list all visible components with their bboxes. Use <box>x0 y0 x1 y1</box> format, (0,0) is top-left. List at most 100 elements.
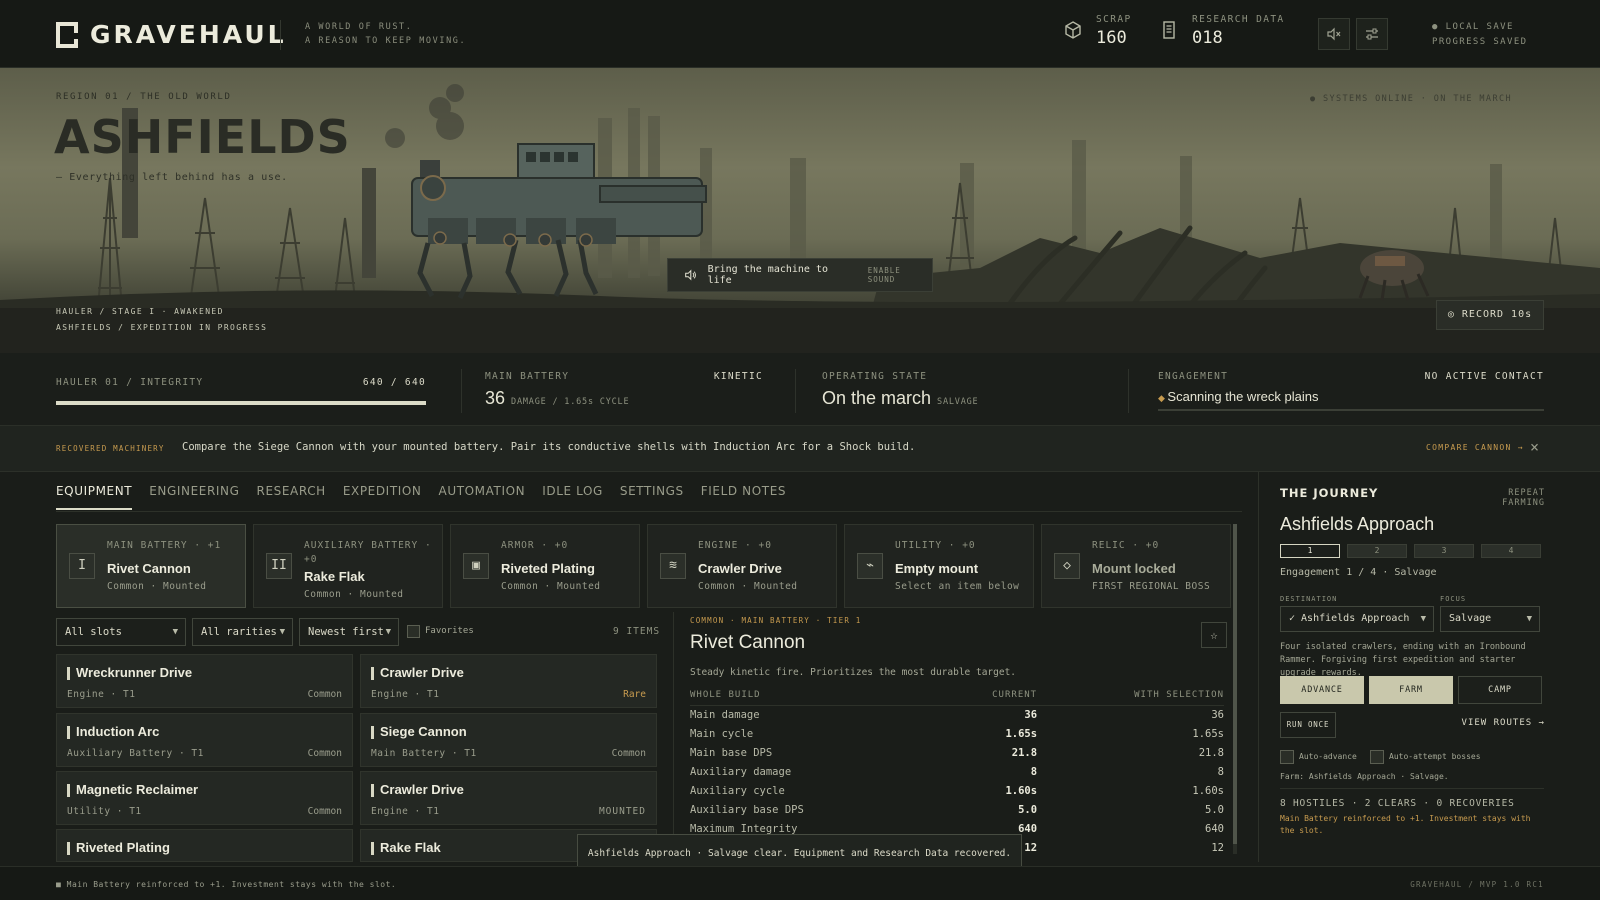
record-button[interactable]: ◎ RECORD 10s <box>1436 300 1544 330</box>
stat-name: Auxiliary base DPS <box>690 804 804 816</box>
utility-icon: ⌁ <box>857 553 883 579</box>
engine-icon: ≋ <box>660 553 686 579</box>
battery-type: KINETIC <box>713 371 763 382</box>
tab-settings[interactable]: SETTINGS <box>620 484 684 510</box>
research-resource: RESEARCH DATA 018 <box>1158 14 1285 48</box>
slot-armor[interactable]: ▣ ARMOR · +0 Riveted Plating Common · Mo… <box>450 524 640 608</box>
hero-meta: HAULER / STAGE I · AWAKENED ASHFIELDS / … <box>56 304 267 336</box>
list-item[interactable]: Wreckrunner Drive Engine · T1 Common <box>56 654 353 708</box>
slot-meta: Select an item below <box>895 581 1020 592</box>
list-item[interactable]: Siege Cannon Main Battery · T1 Common <box>360 713 657 767</box>
tab-expedition[interactable]: EXPEDITION <box>343 484 422 510</box>
items-count: 9 ITEMS <box>613 626 661 637</box>
battery-label: MAIN BATTERY <box>485 371 570 382</box>
save-status: ● LOCAL SAVE PROGRESS SAVED <box>1432 20 1527 50</box>
tab-research[interactable]: RESEARCH <box>257 484 326 510</box>
item-meta: Auxiliary Battery · T1 <box>67 748 204 759</box>
slot-relic[interactable]: ◇ RELIC · +0 Mount locked FIRST REGIONAL… <box>1041 524 1231 608</box>
stat-selection: 640 <box>1205 823 1224 835</box>
slot-label: AUXILIARY BATTERY · +0 <box>304 540 432 565</box>
list-item[interactable]: Crawler Drive Engine · T1 MOUNTED <box>360 771 657 825</box>
item-marker <box>67 667 70 680</box>
settings-sliders-button[interactable] <box>1356 18 1388 50</box>
footer-message: ■ Main Battery reinforced to +1. Investm… <box>56 880 397 889</box>
chevron-down-icon: ▼ <box>279 627 285 637</box>
hero-scene: REGION 01 / THE OLD WORLD ASHFIELDS — Ev… <box>0 68 1600 353</box>
scrollbar-thumb[interactable] <box>1233 524 1237 844</box>
slot-engine[interactable]: ≋ ENGINE · +0 Crawler Drive Common · Mou… <box>647 524 837 608</box>
stage-4[interactable]: 4 <box>1481 544 1541 558</box>
stat-selection: 1.60s <box>1192 785 1224 797</box>
logo: GRAVEHAUL <box>56 20 287 49</box>
auto-boss-checkbox[interactable] <box>1370 750 1384 764</box>
tab-field-notes[interactable]: FIELD NOTES <box>701 484 786 510</box>
tab-idle-log[interactable]: IDLE LOG <box>542 484 603 510</box>
favorite-star-icon[interactable]: ☆ <box>1201 622 1227 648</box>
slot-auxiliary-battery[interactable]: II AUXILIARY BATTERY · +0 Rake Flak Comm… <box>253 524 443 608</box>
journey-log: Main Battery reinforced to +1. Investmen… <box>1280 814 1531 835</box>
save-status-line: PROGRESS SAVED <box>1432 37 1528 47</box>
crate-icon <box>1062 20 1084 42</box>
table-row: Auxiliary base DPS 5.0 5.0 <box>690 801 1224 820</box>
focus-select[interactable]: Salvage ▼ <box>1440 606 1540 632</box>
slot-meta: Common · Mounted <box>501 581 601 592</box>
repeat-farming-label: REPEAT FARMING <box>1502 488 1545 508</box>
list-item[interactable]: Induction Arc Auxiliary Battery · T1 Com… <box>56 713 353 767</box>
chevron-down-icon: ▼ <box>172 627 178 637</box>
item-marker <box>371 726 374 739</box>
enable-sound-button[interactable]: Bring the machine to life ENABLE SOUND <box>667 258 933 292</box>
divider <box>1280 788 1544 789</box>
destination-value: ✓ Ashfields Approach <box>1289 613 1410 624</box>
journey-title: THE JOURNEY <box>1280 486 1379 500</box>
detail-kicker: COMMON · MAIN BATTERY · TIER 1 <box>690 616 862 625</box>
item-name: Riveted Plating <box>76 840 170 855</box>
advance-button[interactable]: ADVANCE <box>1280 676 1364 704</box>
farm-button[interactable]: FARM <box>1369 676 1453 704</box>
tab-equipment[interactable]: EQUIPMENT <box>56 484 133 510</box>
enable-sound-label: Bring the machine to life <box>707 264 829 286</box>
tagline-line: A WORLD OF RUST. <box>305 22 413 32</box>
table-row: Auxiliary damage 8 8 <box>690 763 1224 782</box>
logo-text: GRAVEHAUL <box>90 20 287 49</box>
slot-label: MAIN BATTERY · +1 <box>107 540 222 551</box>
auto-advance-checkbox[interactable] <box>1280 750 1294 764</box>
tab-engineering[interactable]: ENGINEERING <box>149 484 239 510</box>
divider <box>1128 369 1129 413</box>
hauler-machine <box>411 143 707 300</box>
view-routes-link[interactable]: VIEW ROUTES → <box>1459 718 1545 728</box>
research-label: RESEARCH DATA <box>1192 14 1285 25</box>
run-once-button[interactable]: RUN ONCE <box>1280 712 1336 738</box>
scrollbar[interactable] <box>1233 524 1237 854</box>
stat-selection: 8 <box>1217 766 1224 778</box>
mute-button[interactable] <box>1318 18 1350 50</box>
tagline: A WORLD OF RUST. A REASON TO KEEP MOVING… <box>280 20 466 50</box>
item-name: Induction Arc <box>76 724 160 739</box>
camp-button[interactable]: CAMP <box>1458 676 1542 704</box>
stage-1[interactable]: 1 <box>1280 544 1340 558</box>
list-item[interactable]: Crawler Drive Engine · T1 Rare <box>360 654 657 708</box>
stat-current: 21.8 <box>1011 747 1038 759</box>
item-rarity: Common <box>611 748 646 759</box>
stage-2[interactable]: 2 <box>1347 544 1407 558</box>
list-item[interactable]: Riveted Plating <box>56 829 353 862</box>
stage-3[interactable]: 3 <box>1414 544 1474 558</box>
chevron-down-icon: ▼ <box>1526 614 1532 624</box>
slot-name: Empty mount <box>895 561 979 576</box>
record-label: RECORD 10s <box>1461 309 1533 320</box>
slot-main-battery[interactable]: I MAIN BATTERY · +1 Rivet Cannon Common … <box>56 524 246 608</box>
tab-automation[interactable]: AUTOMATION <box>439 484 526 510</box>
item-marker <box>67 842 70 855</box>
slot-utility[interactable]: ⌁ UTILITY · +0 Empty mount Select an ite… <box>844 524 1034 608</box>
item-name: Crawler Drive <box>380 782 464 797</box>
slot-filter-select[interactable]: All slots ▼ <box>56 618 186 646</box>
destination-select[interactable]: ✓ Ashfields Approach ▼ <box>1280 606 1434 632</box>
compare-cannon-link[interactable]: COMPARE CANNON → <box>1426 443 1524 452</box>
sort-select[interactable]: Newest first ▼ <box>299 618 399 646</box>
divider <box>461 369 462 413</box>
close-icon[interactable]: × <box>1530 438 1539 456</box>
region-title: ASHFIELDS <box>54 110 351 164</box>
favorites-checkbox[interactable] <box>407 625 420 638</box>
list-item[interactable]: Magnetic Reclaimer Utility · T1 Common <box>56 771 353 825</box>
item-name: Crawler Drive <box>380 665 464 680</box>
rarity-filter-select[interactable]: All rarities ▼ <box>192 618 293 646</box>
